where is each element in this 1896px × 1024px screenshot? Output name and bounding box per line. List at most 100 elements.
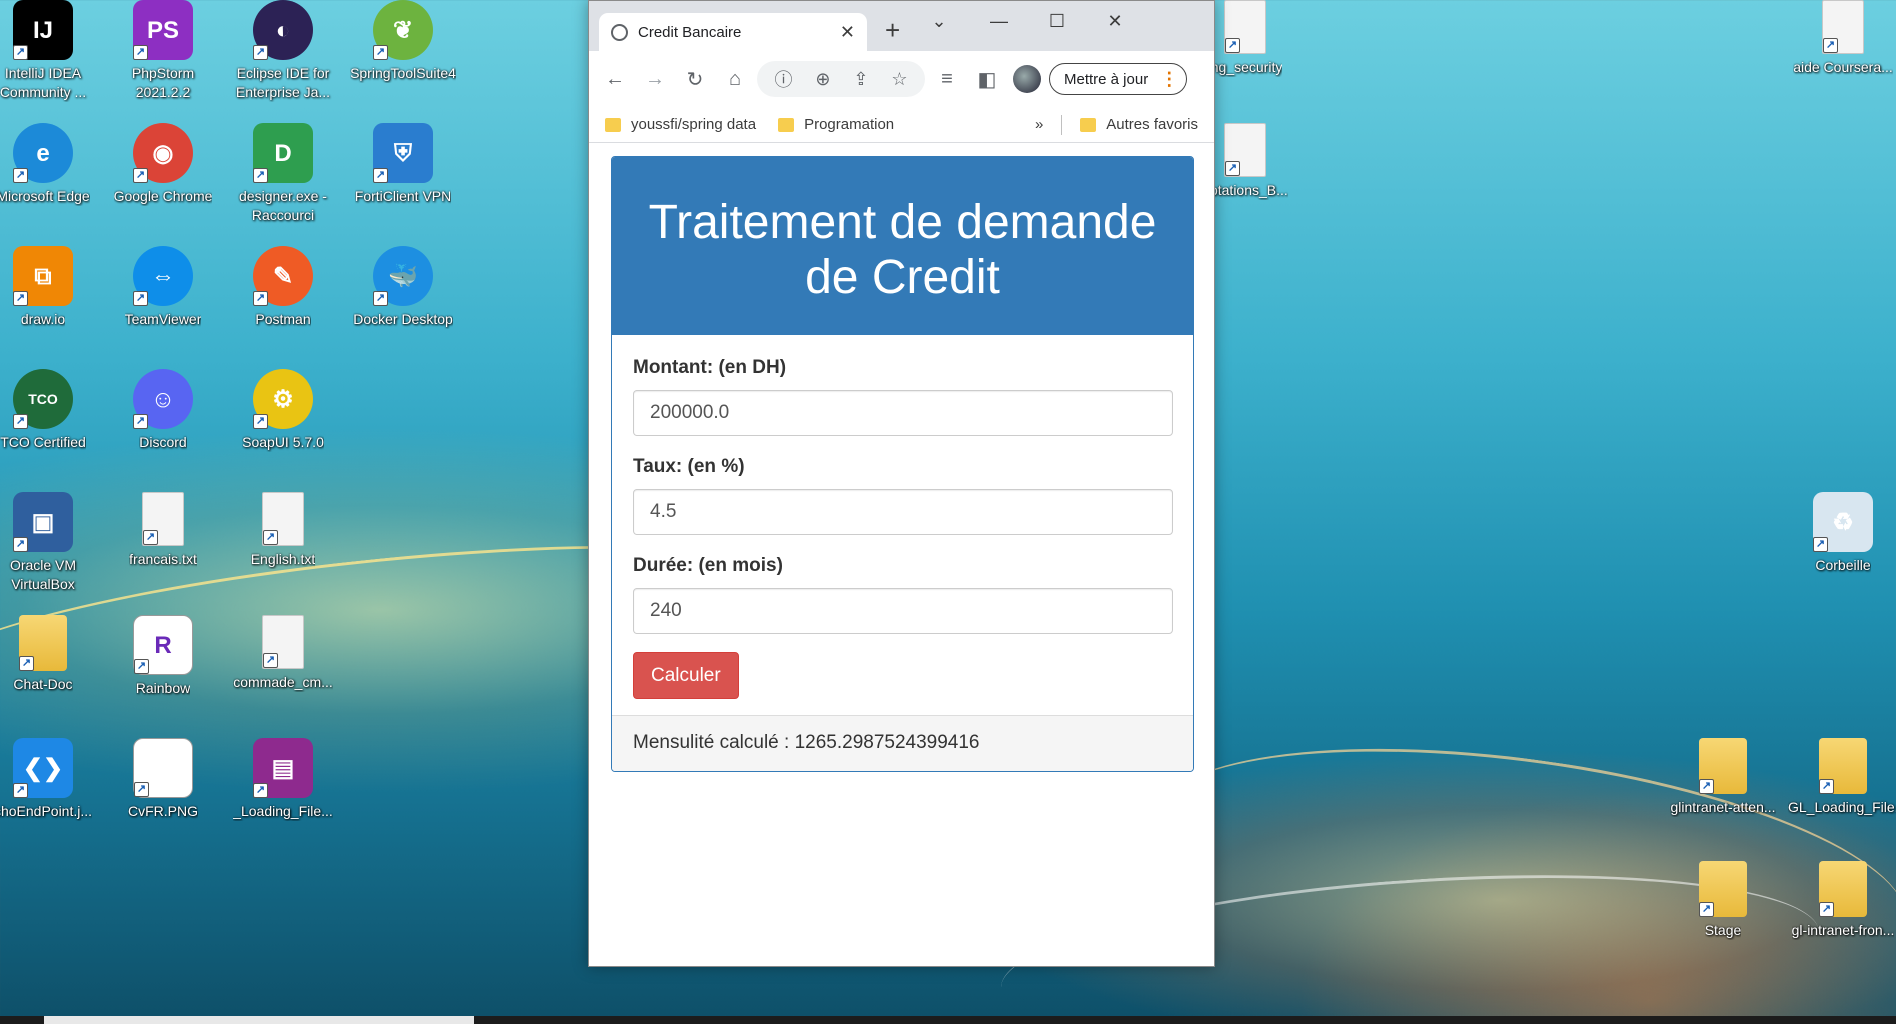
desktop-icon-designer[interactable]: D ↗ designer.exe - Raccourci <box>228 123 338 225</box>
taskbar-search-box[interactable] <box>44 1016 474 1024</box>
desktop-icon-corbeille[interactable]: ♻ ↗ Corbeille <box>1788 492 1896 575</box>
forticlient-icon: ⛨ ↗ <box>373 123 433 183</box>
desktop-icon-aidecoursera[interactable]: ↗ aide Coursera... <box>1788 0 1896 77</box>
desktop-icon-label: glintranet-atten... <box>1670 799 1776 815</box>
eclipse-icon: ◐ ↗ <box>253 0 313 60</box>
shortcut-arrow-icon: ↗ <box>13 783 28 798</box>
zoom-icon[interactable]: ⊕ <box>815 69 830 90</box>
montant-input[interactable] <box>633 390 1173 436</box>
home-icon[interactable]: ⌂ <box>717 61 753 97</box>
desktop-icon-label: Google Chrome <box>113 188 213 204</box>
desktop-icon-virtualbox[interactable]: ▣ ↗ Oracle VM VirtualBox <box>0 492 98 594</box>
desktop-icon-commande[interactable]: ↗ commade_cm... <box>228 615 338 692</box>
close-window-button[interactable]: ✕ <box>1103 11 1127 32</box>
desktop-icon-springtoolsuite[interactable]: ❦ ↗ SpringToolSuite4 <box>348 0 458 83</box>
tab-search-icon[interactable]: ⌄ <box>927 11 951 32</box>
shortcut-arrow-icon: ↗ <box>1225 38 1240 53</box>
globe-icon <box>611 23 628 41</box>
desktop-icon-tcocertified[interactable]: TCO ↗ TCO Certified <box>0 369 98 452</box>
side-panel-icon[interactable]: ◧ <box>969 61 1005 97</box>
reading-list-icon[interactable]: ≡ <box>929 61 965 97</box>
shortcut-arrow-icon: ↗ <box>13 168 28 183</box>
desktop-icon-glintranet[interactable]: ↗ glintranet-atten... <box>1668 738 1778 817</box>
shortcut-arrow-icon: ↗ <box>373 45 388 60</box>
bookmark-label: youssfi/spring data <box>631 116 757 133</box>
annotations-icon: ↗ <box>1224 123 1266 177</box>
maximize-button[interactable]: ☐ <box>1045 11 1069 32</box>
tab-title: Credit Bancaire <box>638 23 742 41</box>
edge-icon: e ↗ <box>13 123 73 183</box>
desktop-icon-chrome[interactable]: ◉ ↗ Google Chrome <box>108 123 218 206</box>
desktop-icon-stage[interactable]: ↗ Stage <box>1668 861 1778 940</box>
forward-arrow-icon[interactable]: → <box>637 61 673 97</box>
desktop-icon-francais[interactable]: ↗ francais.txt <box>108 492 218 569</box>
bookmark-folder-item[interactable]: youssfi/spring data <box>605 116 756 133</box>
shortcut-arrow-icon: ↗ <box>253 291 268 306</box>
desktop-icon-label: Eclipse IDE for Enterprise Ja... <box>235 65 331 100</box>
shortcut-arrow-icon: ↗ <box>253 783 268 798</box>
desktop-icon-docker[interactable]: 🐳 ↗ Docker Desktop <box>348 246 458 329</box>
minimize-button[interactable]: — <box>987 11 1011 32</box>
desktop-icon-intellij[interactable]: IJ ↗ IntelliJ IDEA Community ... <box>0 0 98 102</box>
share-icon[interactable]: ⇪ <box>853 69 868 90</box>
duree-input[interactable] <box>633 588 1173 634</box>
desktop-icon-label: choEndPoint.j... <box>0 803 93 819</box>
shortcut-arrow-icon: ↗ <box>1225 161 1240 176</box>
calculer-button[interactable]: Calculer <box>633 652 739 699</box>
shortcut-arrow-icon: ↗ <box>1823 38 1838 53</box>
close-tab-icon[interactable]: ✕ <box>840 22 855 43</box>
desktop-icon-label: Docker Desktop <box>353 311 453 327</box>
browser-titlebar: Credit Bancaire ✕ + ⌄ — ☐ ✕ <box>589 1 1214 51</box>
bookmark-star-icon[interactable]: ☆ <box>891 69 907 90</box>
desktop-icon-postman[interactable]: ✎ ↗ Postman <box>228 246 338 329</box>
desktop-icon-forticlient[interactable]: ⛨ ↗ FortiClient VPN <box>348 123 458 206</box>
shortcut-arrow-icon: ↗ <box>263 530 278 545</box>
desktop-icon-eclipse[interactable]: ◐ ↗ Eclipse IDE for Enterprise Ja... <box>228 0 338 102</box>
shortcut-arrow-icon: ↗ <box>253 45 268 60</box>
desktop-icon-label: _Loading_File... <box>233 803 333 819</box>
more-bookmarks-button[interactable]: » <box>1035 116 1043 133</box>
desktop-icon-chatdoc[interactable]: ↗ Chat-Doc <box>0 615 98 694</box>
desktop-icon-rainbow[interactable]: R ↗ Rainbow <box>108 615 218 698</box>
montant-label: Montant: (en DH) <box>633 357 787 378</box>
profile-avatar[interactable] <box>1013 65 1041 93</box>
postman-icon: ✎ ↗ <box>253 246 313 306</box>
update-button[interactable]: Mettre à jour ⋮ <box>1049 63 1188 95</box>
desktop-icon-loadingfile[interactable]: ▤ ↗ _Loading_File... <box>228 738 338 821</box>
desktop-icon-echoendpoint[interactable]: ❮❯ ↗ choEndPoint.j... <box>0 738 98 821</box>
taux-input[interactable] <box>633 489 1173 535</box>
desktop-icon-label: FortiClient VPN <box>354 188 452 204</box>
site-info-icon[interactable]: ⓘ <box>774 66 792 92</box>
desktop-icon-label: Rainbow <box>135 680 191 696</box>
francais-icon: ↗ <box>142 492 184 546</box>
desktop-icon-soapui[interactable]: ⚙ ↗ SoapUI 5.7.0 <box>228 369 338 452</box>
taux-label: Taux: (en %) <box>633 456 745 477</box>
other-bookmarks-item[interactable]: Autres favoris <box>1080 116 1198 133</box>
desktop-icon-cvfr[interactable]: ↗ CvFR.PNG <box>108 738 218 821</box>
desktop-icon-label: Microsoft Edge <box>0 188 90 204</box>
desktop-icon-label: aide Coursera... <box>1793 59 1893 75</box>
desktop-icon-glloading[interactable]: ↗ GL_Loading_File... <box>1788 738 1896 817</box>
glintranet-icon: ↗ <box>1699 738 1747 794</box>
desktop-icon-discord[interactable]: ☺ ↗ Discord <box>108 369 218 452</box>
virtualbox-icon: ▣ ↗ <box>13 492 73 552</box>
browser-tab[interactable]: Credit Bancaire ✕ <box>599 13 867 51</box>
shortcut-arrow-icon: ↗ <box>1819 902 1834 917</box>
desktop-icon-glintranetfront[interactable]: ↗ gl-intranet-fron... <box>1788 861 1896 940</box>
shortcut-arrow-icon: ↗ <box>1699 902 1714 917</box>
bookmark-folder-item[interactable]: Programation <box>778 116 894 133</box>
desktop-icon-phpstorm[interactable]: PS ↗ PhpStorm 2021.2.2 <box>108 0 218 102</box>
corbeille-icon: ♻ ↗ <box>1813 492 1873 552</box>
desktop-icon-edge[interactable]: e ↗ Microsoft Edge <box>0 123 98 206</box>
desktop-icon-teamviewer[interactable]: ⇔ ↗ TeamViewer <box>108 246 218 329</box>
aidecoursera-icon: ↗ <box>1822 0 1864 54</box>
desktop-icon-label: commade_cm... <box>233 674 333 690</box>
desktop-icon-english[interactable]: ↗ English.txt <box>228 492 338 569</box>
menu-dots-icon[interactable]: ⋮ <box>1160 69 1178 90</box>
reload-icon[interactable]: ↻ <box>677 61 713 97</box>
bookmark-label: Programation <box>804 116 895 133</box>
address-bar[interactable]: ⓘ ⊕ ⇪ ☆ <box>757 61 925 97</box>
new-tab-button[interactable]: + <box>885 17 900 43</box>
desktop-icon-drawio[interactable]: ⧉ ↗ draw.io <box>0 246 98 329</box>
back-arrow-icon[interactable]: ← <box>597 61 633 97</box>
